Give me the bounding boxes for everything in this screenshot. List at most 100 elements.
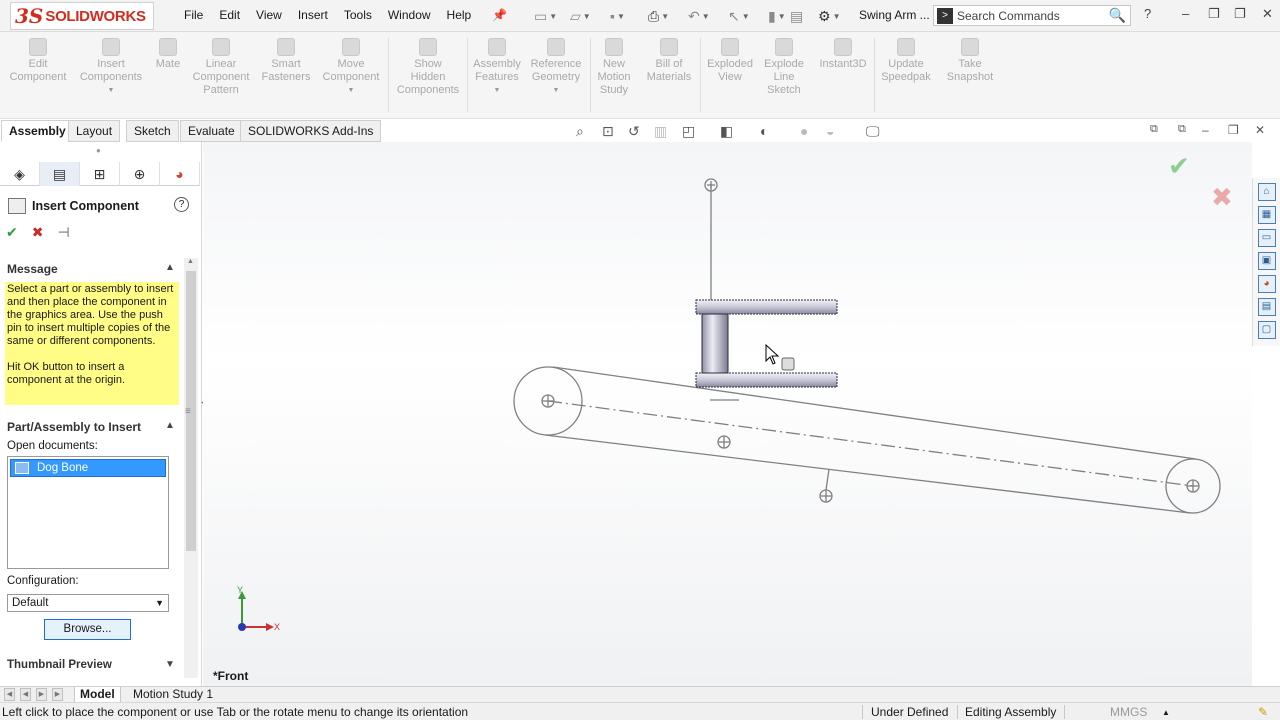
exploded-view-button[interactable]: Exploded View [702,38,758,84]
graphics-area[interactable]: ✔ ✖ Y X *Front [203,142,1252,686]
home-icon[interactable]: ⌂ [1257,183,1276,201]
save-icon[interactable]: ▪ ▼ [610,6,625,26]
edit-appearance-icon[interactable]: ● [800,123,808,139]
next-tab-icon[interactable]: ▶ [36,688,47,701]
property-manager-tab-icon[interactable]: ▤ [40,162,80,186]
menu-file[interactable]: File [176,8,211,22]
scroll-up-icon[interactable]: ▲ [187,258,194,265]
apply-scene-icon[interactable]: ◒ [826,123,834,139]
linear-pattern-button[interactable]: Linear Component Pattern [188,38,254,97]
assembly-features-button[interactable]: Assembly Features ▼ [470,38,524,97]
rebuild-icon[interactable]: ▮ ▼ [768,6,786,26]
menu-help[interactable]: Help [439,8,480,22]
previous-view-icon[interactable]: ↺ [628,123,640,140]
insert-components-button[interactable]: Insert Components ▼ [78,38,144,97]
doc-minimize-icon[interactable]: – [1202,123,1209,137]
tile-right-icon[interactable]: ⧉ [1178,123,1186,136]
reference-geometry-button[interactable]: Reference Geometry ▼ [526,38,586,97]
design-library-icon[interactable]: ▦ [1257,206,1276,224]
tab-assembly[interactable]: Assembly [1,120,74,142]
last-tab-icon[interactable]: ▶ [52,688,63,701]
thumbnail-preview-header[interactable]: Thumbnail Preview [7,659,112,671]
collapse-chevron-up-icon[interactable]: ▲ [165,262,175,273]
view-palette-icon[interactable]: ▣ [1257,252,1276,270]
display-manager-tab-icon[interactable]: ◕ [160,162,200,186]
collapse-chevron-up-icon[interactable]: ▲ [165,420,175,431]
new-document-icon[interactable]: ▭ ▼ [534,6,557,26]
file-properties-icon[interactable]: ▤ [790,6,803,26]
minimize-button[interactable]: – [1182,6,1189,21]
update-speedpak-button[interactable]: Update Speedpak [876,38,936,84]
cancel-x-icon[interactable]: ✖ [32,224,44,241]
help-icon[interactable]: ? [1144,6,1151,21]
doc-close-icon[interactable]: ✕ [1255,123,1265,137]
list-item[interactable]: Dog Bone [10,459,166,477]
zoom-to-fit-icon[interactable]: ⌕ [576,123,584,140]
close-window-icon[interactable]: ✕ [1262,6,1273,22]
first-tab-icon[interactable]: ◀ [4,688,15,701]
panel-menu-icon[interactable]: ≡ [185,406,191,417]
prev-tab-icon[interactable]: ◀ [20,688,31,701]
property-manager-help-icon[interactable]: ? [174,197,189,212]
dropdown-caret-icon[interactable]: ▼ [526,84,586,97]
custom-properties-icon[interactable]: ▤ [1257,298,1276,316]
solidworks-logo[interactable]: 3S SOLIDWORKS [10,2,154,30]
tile-left-icon[interactable]: ⧉ [1150,123,1158,136]
zoom-to-area-icon[interactable]: ⊡ [602,123,614,140]
menu-insert[interactable]: Insert [290,8,336,22]
pin-menu-icon[interactable]: 📌 [492,8,507,22]
browse-button[interactable]: Browse... [44,619,131,640]
search-icon[interactable]: 🔍 [1109,7,1126,24]
maximize-button[interactable]: ❐ [1234,6,1246,22]
configuration-select[interactable]: Default ▼ [7,594,169,612]
take-snapshot-button[interactable]: Take Snapshot [940,38,1000,84]
restore-button[interactable]: ❐ [1208,6,1220,22]
rebuild-status-icon[interactable]: ✎ [1258,705,1268,719]
move-component-button[interactable]: Move Component ▼ [318,38,384,97]
appearances-icon[interactable]: ◕ [1257,275,1276,293]
explode-line-sketch-button[interactable]: Explode Line Sketch [758,38,810,97]
part-assembly-section-header[interactable]: Part/Assembly to Insert [7,420,141,434]
smart-fasteners-button[interactable]: Smart Fasteners [256,38,316,84]
hide-show-items-icon[interactable]: ◐ [760,123,768,139]
menu-edit[interactable]: Edit [211,8,248,22]
doc-restore-icon[interactable]: ❐ [1228,123,1239,137]
units-chevron-icon[interactable]: ▲ [1162,708,1170,717]
options-gear-icon[interactable]: ⚙ ▼ [818,6,840,26]
tab-motion-study[interactable]: Motion Study 1 [128,687,218,702]
tab-layout[interactable]: Layout [68,120,121,142]
menu-view[interactable]: View [248,8,290,22]
configuration-manager-tab-icon[interactable]: ⊞ [80,162,120,186]
file-explorer-icon[interactable]: ▭ [1257,229,1276,247]
instant3d-button[interactable]: Instant3D [814,38,872,71]
forum-icon[interactable]: ▢ [1257,321,1276,339]
menu-window[interactable]: Window [380,8,439,22]
show-hidden-components-button[interactable]: Show Hidden Components [392,38,464,97]
sketch-canvas[interactable]: ✔ ✖ [203,142,1252,686]
message-section-header[interactable]: Message [7,262,58,276]
undo-icon[interactable]: ↶ ▼ [688,6,710,26]
bill-of-materials-button[interactable]: Bill of Materials [640,38,698,84]
view-orientation-icon[interactable]: ◰ [682,123,695,140]
section-view-icon[interactable]: ▥ [654,123,667,140]
edit-component-button[interactable]: Edit Component [8,38,68,84]
dropdown-caret-icon[interactable]: ▼ [470,84,524,97]
tab-addins[interactable]: SOLIDWORKS Add-Ins [240,120,382,142]
display-style-icon[interactable]: ◧ [720,123,733,140]
feature-manager-tab-icon[interactable]: ◈ [0,162,40,186]
dropdown-caret-icon[interactable]: ▼ [78,84,144,97]
dropdown-caret-icon[interactable]: ▼ [318,84,384,97]
select-icon[interactable]: ↖ ▼ [728,6,750,26]
expand-chevron-down-icon[interactable]: ▼ [165,659,175,670]
search-commands-field[interactable]: > Search Commands 🔍 [933,5,1131,26]
tab-evaluate[interactable]: Evaluate [180,120,243,142]
view-settings-icon[interactable]: 🖵 [866,123,880,140]
mate-button[interactable]: Mate [152,38,184,71]
units-selector[interactable]: MMGS [1110,705,1147,719]
dimxpert-manager-tab-icon[interactable]: ⊕ [120,162,160,186]
panel-grip-icon[interactable]: ● [96,146,101,155]
tab-model[interactable]: Model [74,687,121,702]
ok-checkmark-icon[interactable]: ✔ [6,224,18,241]
open-documents-list[interactable]: Dog Bone [7,456,169,569]
push-pin-icon[interactable]: ⊣ [57,224,69,241]
